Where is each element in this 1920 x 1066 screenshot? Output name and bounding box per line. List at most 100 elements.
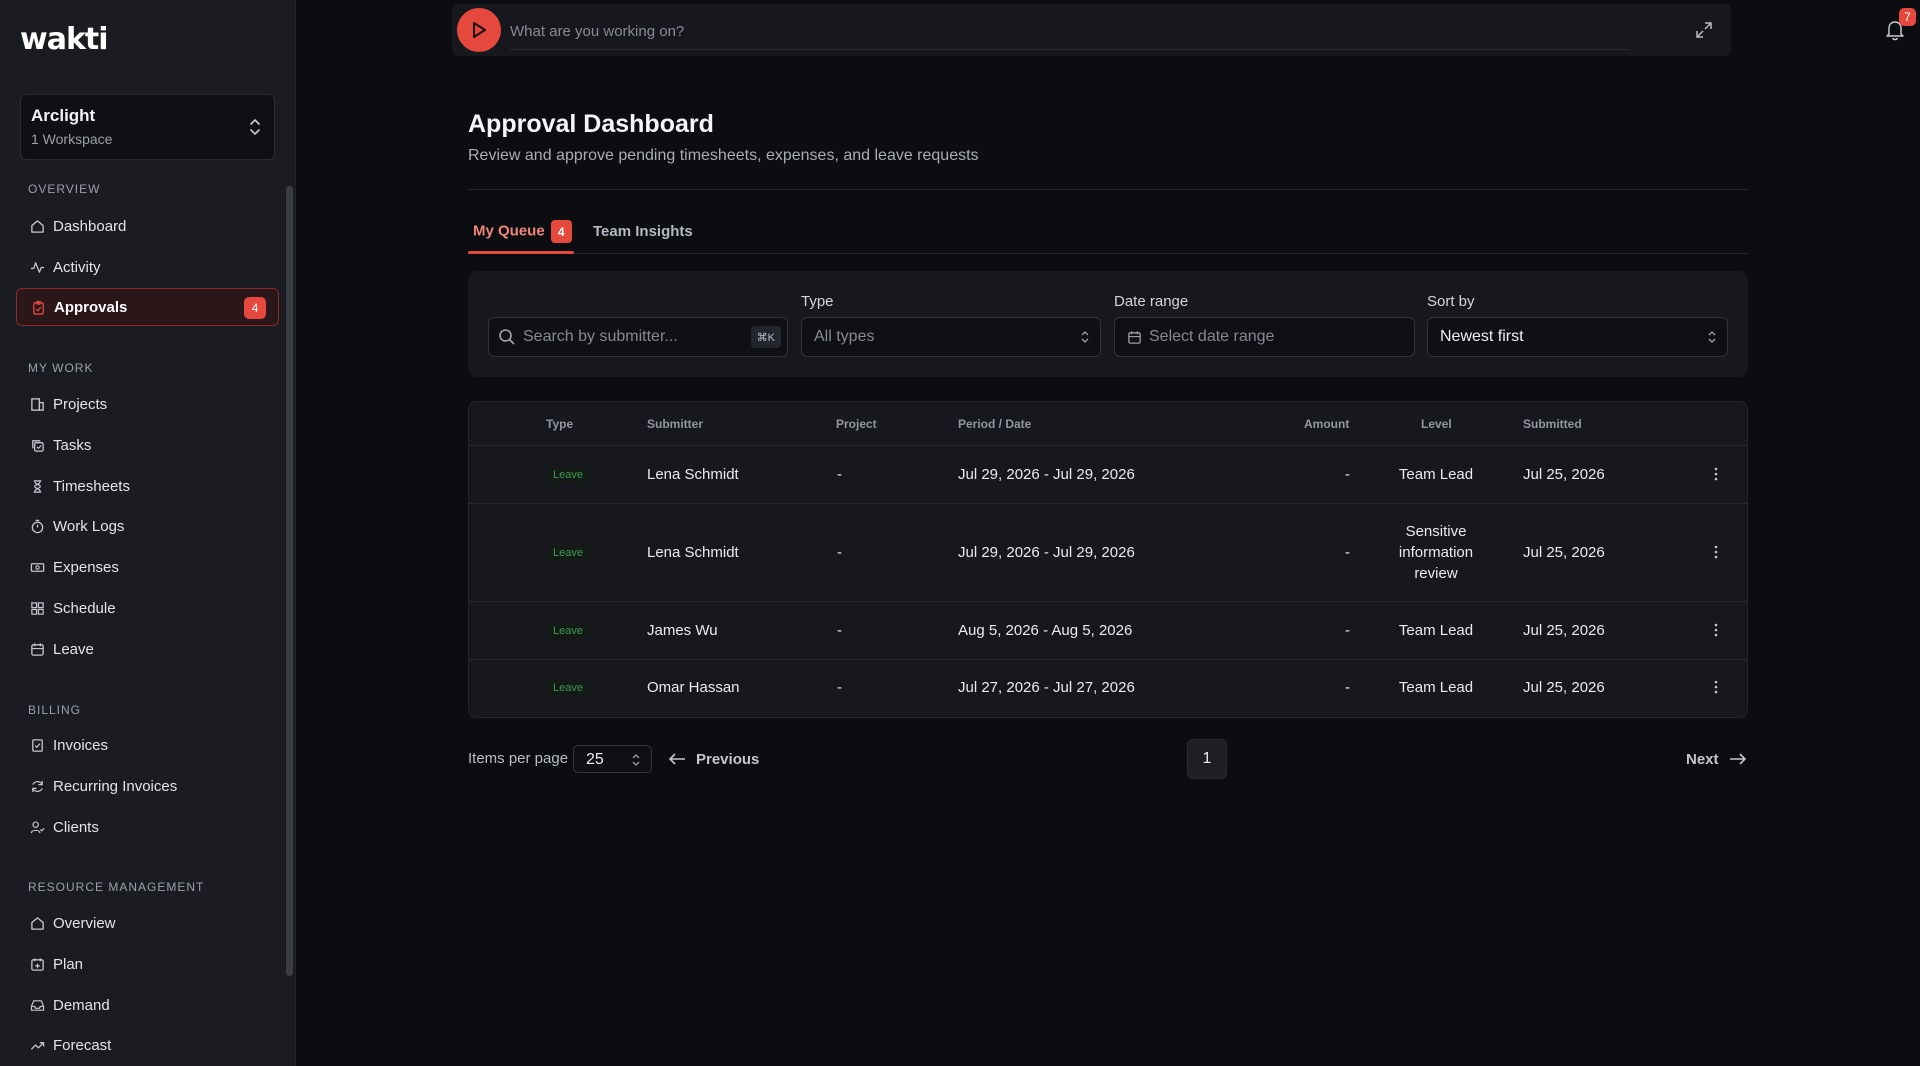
sidebar-item-timesheets[interactable]: Timesheets (16, 467, 279, 505)
level-value: Team Lead (1398, 622, 1474, 639)
more-actions-icon[interactable] (1708, 679, 1724, 695)
amount-value: - (1345, 544, 1350, 561)
trending-up-icon (30, 1041, 45, 1050)
section-title-resource-management: RESOURCE MANAGEMENT (28, 880, 205, 894)
sidebar-item-plan[interactable]: Plan (16, 945, 279, 983)
type-select[interactable]: All types (801, 317, 1101, 357)
type-badge: Leave (547, 680, 589, 696)
sidebar-item-leave[interactable]: Leave (16, 630, 279, 668)
inbox-icon (30, 999, 45, 1011)
previous-page-button[interactable]: Previous (668, 746, 759, 772)
start-timer-button[interactable] (457, 8, 501, 52)
search-shortcut: ⌘K (750, 326, 781, 348)
column-header-amount[interactable]: Amount (1304, 417, 1349, 431)
sort-select-value: Newest first (1440, 328, 1524, 345)
more-actions-icon[interactable] (1708, 544, 1724, 560)
sidebar-item-invoices[interactable]: Invoices (16, 726, 279, 764)
sidebar-item-label: Dashboard (53, 217, 127, 235)
invoice-icon (32, 738, 43, 752)
period-value: Aug 5, 2026 - Aug 5, 2026 (958, 622, 1133, 639)
header-divider (468, 189, 1748, 190)
sidebar-item-label: Tasks (53, 436, 92, 454)
sidebar-item-tasks[interactable]: Tasks (16, 426, 279, 464)
hourglass-icon (33, 479, 42, 493)
tab-my-queue[interactable]: My Queue 4 (473, 220, 572, 243)
table-header: Type Submitter Project Period / Date Amo… (469, 402, 1747, 446)
sidebar-item-dashboard[interactable]: Dashboard (16, 207, 279, 245)
search-input[interactable]: Search by submitter... ⌘K (488, 317, 788, 357)
sidebar: wakti Arclight 1 Workspace OVERVIEW Dash… (0, 0, 296, 1066)
tab-team-insights[interactable]: Team Insights (593, 223, 693, 240)
column-header-submitted[interactable]: Submitted (1523, 417, 1582, 431)
refresh-icon (32, 780, 43, 792)
submitted-date: Jul 25, 2026 (1523, 466, 1605, 483)
column-header-level[interactable]: Level (1421, 417, 1452, 431)
sidebar-item-label: Overview (53, 914, 116, 932)
more-actions-icon[interactable] (1708, 622, 1724, 638)
sidebar-item-label: Schedule (53, 599, 116, 617)
page-number-current[interactable]: 1 (1187, 739, 1227, 779)
sidebar-item-activity[interactable]: Activity (16, 248, 279, 286)
date-range-picker[interactable]: Select date range (1114, 317, 1415, 357)
expand-icon[interactable] (1695, 21, 1713, 39)
amount-value: - (1345, 466, 1350, 483)
submitted-date: Jul 25, 2026 (1523, 679, 1605, 696)
sidebar-item-recurring-invoices[interactable]: Recurring Invoices (16, 767, 279, 805)
sidebar-item-schedule[interactable]: Schedule (16, 589, 279, 627)
sidebar-item-label: Projects (53, 395, 108, 413)
items-per-page-value: 25 (586, 751, 604, 768)
sidebar-item-forecast[interactable]: Forecast (16, 1026, 279, 1064)
submitter-name: James Wu (647, 622, 718, 639)
search-placeholder: Search by submitter... (523, 328, 678, 345)
type-badge: Leave (547, 545, 589, 561)
date-range-placeholder: Select date range (1149, 328, 1275, 345)
workspace-switcher[interactable]: Arclight 1 Workspace (20, 94, 275, 160)
column-header-type[interactable]: Type (546, 417, 573, 431)
approvals-count-badge: 4 (244, 297, 266, 319)
table-row[interactable]: Leave Lena Schmidt - Jul 29, 2026 - Jul … (469, 504, 1747, 602)
table-row[interactable]: Leave James Wu - Aug 5, 2026 - Aug 5, 20… (469, 602, 1747, 660)
submitted-date: Jul 25, 2026 (1523, 622, 1605, 639)
chevrons-up-down-icon (250, 118, 260, 136)
sidebar-scrollbar[interactable] (286, 186, 293, 976)
sidebar-item-expenses[interactable]: Expenses (16, 548, 279, 586)
sort-select[interactable]: Newest first (1427, 317, 1728, 357)
workspace-count: 1 Workspace (31, 131, 113, 147)
column-header-period[interactable]: Period / Date (958, 417, 1031, 431)
more-actions-icon[interactable] (1708, 466, 1724, 482)
column-header-project[interactable]: Project (836, 417, 877, 431)
grid-icon (31, 601, 44, 615)
next-page-button[interactable]: Next (1686, 746, 1747, 772)
workspace-name: Arclight (31, 106, 96, 125)
sidebar-item-resource-overview[interactable]: Overview (16, 904, 279, 942)
clipboard-check-icon (33, 300, 44, 315)
activity-icon (30, 261, 45, 273)
section-title-my-work: MY WORK (28, 361, 94, 375)
arrow-right-icon (1729, 753, 1746, 765)
level-value: Sensitive information review (1398, 523, 1474, 582)
sidebar-item-projects[interactable]: Projects (16, 385, 279, 423)
sidebar-item-demand[interactable]: Demand (16, 986, 279, 1024)
sidebar-item-label: Work Logs (53, 517, 125, 535)
chevrons-up-down-icon (632, 754, 640, 766)
sidebar-item-clients[interactable]: Clients (16, 808, 279, 846)
project-value: - (837, 544, 842, 561)
period-value: Jul 29, 2026 - Jul 29, 2026 (958, 544, 1135, 561)
sidebar-item-work-logs[interactable]: Work Logs (16, 507, 279, 545)
calendar-plus-icon (31, 957, 44, 971)
sidebar-item-label: Activity (53, 258, 101, 276)
timer-description-input[interactable] (510, 14, 1630, 50)
sidebar-item-approvals[interactable]: Approvals 4 (16, 288, 279, 326)
column-header-submitter[interactable]: Submitter (647, 417, 703, 431)
table-row[interactable]: Leave Omar Hassan - Jul 27, 2026 - Jul 2… (469, 660, 1747, 717)
items-per-page-select[interactable]: 25 (573, 745, 652, 773)
table-row[interactable]: Leave Lena Schmidt - Jul 29, 2026 - Jul … (469, 446, 1747, 504)
calendar-icon (31, 642, 44, 656)
level-value: Team Lead (1398, 466, 1474, 483)
project-value: - (837, 466, 842, 483)
page-title: Approval Dashboard (468, 110, 714, 138)
app-logo[interactable]: wakti (20, 22, 109, 57)
chevrons-up-down-icon (1708, 331, 1716, 343)
period-value: Jul 27, 2026 - Jul 27, 2026 (958, 679, 1135, 696)
date-range-label: Date range (1114, 293, 1189, 310)
